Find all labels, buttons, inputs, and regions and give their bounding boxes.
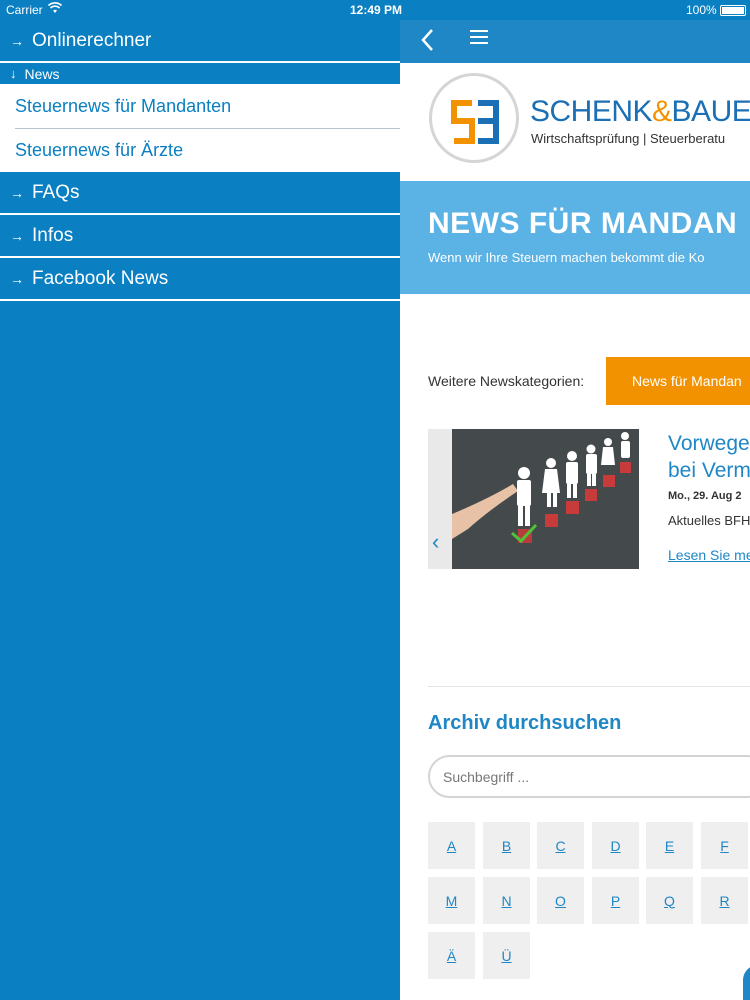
chevron-left-icon[interactable]: ‹	[432, 529, 439, 555]
letter-button[interactable]: M	[428, 877, 475, 924]
sidebar-item-label: Onlinerechner	[32, 29, 152, 51]
news-excerpt: Aktuelles BFH	[668, 513, 750, 528]
sidebar-item-faqs[interactable]: → FAQs	[0, 172, 400, 215]
news-title-line1: Vorwege	[668, 432, 750, 455]
sidebar-section-news[interactable]: ↓ News	[0, 63, 400, 85]
letter-button[interactable]: R	[701, 877, 748, 924]
hero-subtitle: Wenn wir Ihre Steuern machen bekommt die…	[428, 250, 705, 265]
status-bar: Carrier 12:49 PM 100%	[0, 0, 750, 20]
letter-button[interactable]: Ä	[428, 932, 475, 979]
news-illustration	[428, 429, 639, 569]
brand-subtitle: Wirtschaftsprüfung | Steuerberatu	[531, 131, 726, 146]
letter-button[interactable]: D	[592, 822, 639, 869]
brand-name: SCHENK&BAUE	[530, 95, 750, 129]
sidebar-submenu-news: Steuernews für Mandanten Steuernews für …	[0, 85, 400, 172]
hamburger-menu-icon[interactable]	[470, 30, 488, 48]
sidebar-item-label: Steuernews für Ärzte	[15, 140, 184, 160]
read-more-link[interactable]: Lesen Sie me	[668, 547, 750, 563]
arrow-right-icon: →	[10, 227, 24, 244]
top-navbar	[400, 20, 750, 63]
letter-button[interactable]: B	[483, 822, 530, 869]
sidebar-item-infos[interactable]: → Infos	[0, 215, 400, 258]
letter-button[interactable]: E	[646, 822, 693, 869]
search-field[interactable]	[428, 755, 750, 798]
arrow-down-icon: ↓	[10, 66, 17, 81]
news-title[interactable]: Vorwege bei Verm	[668, 430, 750, 484]
brand-name-part1: SCHENK	[530, 95, 653, 128]
sidebar-item-label: Facebook News	[32, 267, 169, 289]
archive-title: Archiv durchsuchen	[428, 712, 622, 734]
arrow-right-icon: →	[10, 184, 24, 201]
arrow-right-icon: →	[10, 32, 24, 49]
brand-name-part2: BAUE	[671, 95, 750, 128]
sidebar-section-label: News	[24, 65, 60, 82]
page-title: NEWS FÜR MANDAN	[428, 207, 738, 240]
letter-button[interactable]: Ü	[483, 932, 530, 979]
brand-header: SCHENK&BAUE Wirtschaftsprüfung | Steuerb…	[400, 63, 750, 181]
battery-icon	[720, 5, 746, 16]
arrow-right-icon: →	[10, 270, 24, 287]
sidebar-item-steuernews-mandanten[interactable]: Steuernews für Mandanten	[0, 85, 400, 128]
news-title-line2: bei Verm	[668, 459, 750, 482]
category-label: Weitere Newskategorien:	[428, 373, 585, 389]
letter-button[interactable]: Q	[646, 877, 693, 924]
letter-button[interactable]: A	[428, 822, 475, 869]
search-input[interactable]	[443, 757, 743, 796]
letter-button[interactable]: P	[592, 877, 639, 924]
main-content: SCHENK&BAUE Wirtschaftsprüfung | Steuerb…	[400, 20, 750, 1000]
letter-button[interactable]: O	[537, 877, 584, 924]
letter-button[interactable]: C	[537, 822, 584, 869]
sidebar-item-facebook-news[interactable]: → Facebook News	[0, 258, 400, 301]
carrier-label: Carrier	[6, 3, 43, 17]
sidebar-item-label: Steuernews für Mandanten	[15, 96, 232, 116]
divider	[428, 686, 750, 687]
sidebar-item-label: Infos	[32, 224, 74, 246]
back-icon[interactable]	[420, 28, 434, 59]
hero-banner: NEWS FÜR MANDAN Wenn wir Ihre Steuern ma…	[400, 181, 750, 294]
sidebar-item-onlinerechner[interactable]: → Onlinerechner	[0, 20, 400, 63]
brand-ampersand: &	[652, 95, 672, 128]
news-image[interactable]: ‹	[428, 429, 639, 569]
news-date: Mo., 29. Aug 2	[668, 490, 742, 502]
sidebar-item-label: FAQs	[32, 181, 80, 203]
clock: 12:49 PM	[350, 3, 403, 17]
sidebar-menu: → Onlinerechner ↓ News Steuernews für Ma…	[0, 20, 400, 1000]
battery-percent: 100%	[686, 3, 717, 17]
category-row: Weitere Newskategorien: News für Mandan	[400, 357, 750, 405]
letter-button[interactable]: F	[701, 822, 748, 869]
category-button[interactable]: News für Mandan	[606, 357, 750, 405]
letter-button[interactable]: N	[483, 877, 530, 924]
logo-mark	[450, 97, 502, 158]
wifi-icon	[47, 2, 63, 17]
sidebar-item-steuernews-aerzte[interactable]: Steuernews für Ärzte	[0, 129, 400, 172]
